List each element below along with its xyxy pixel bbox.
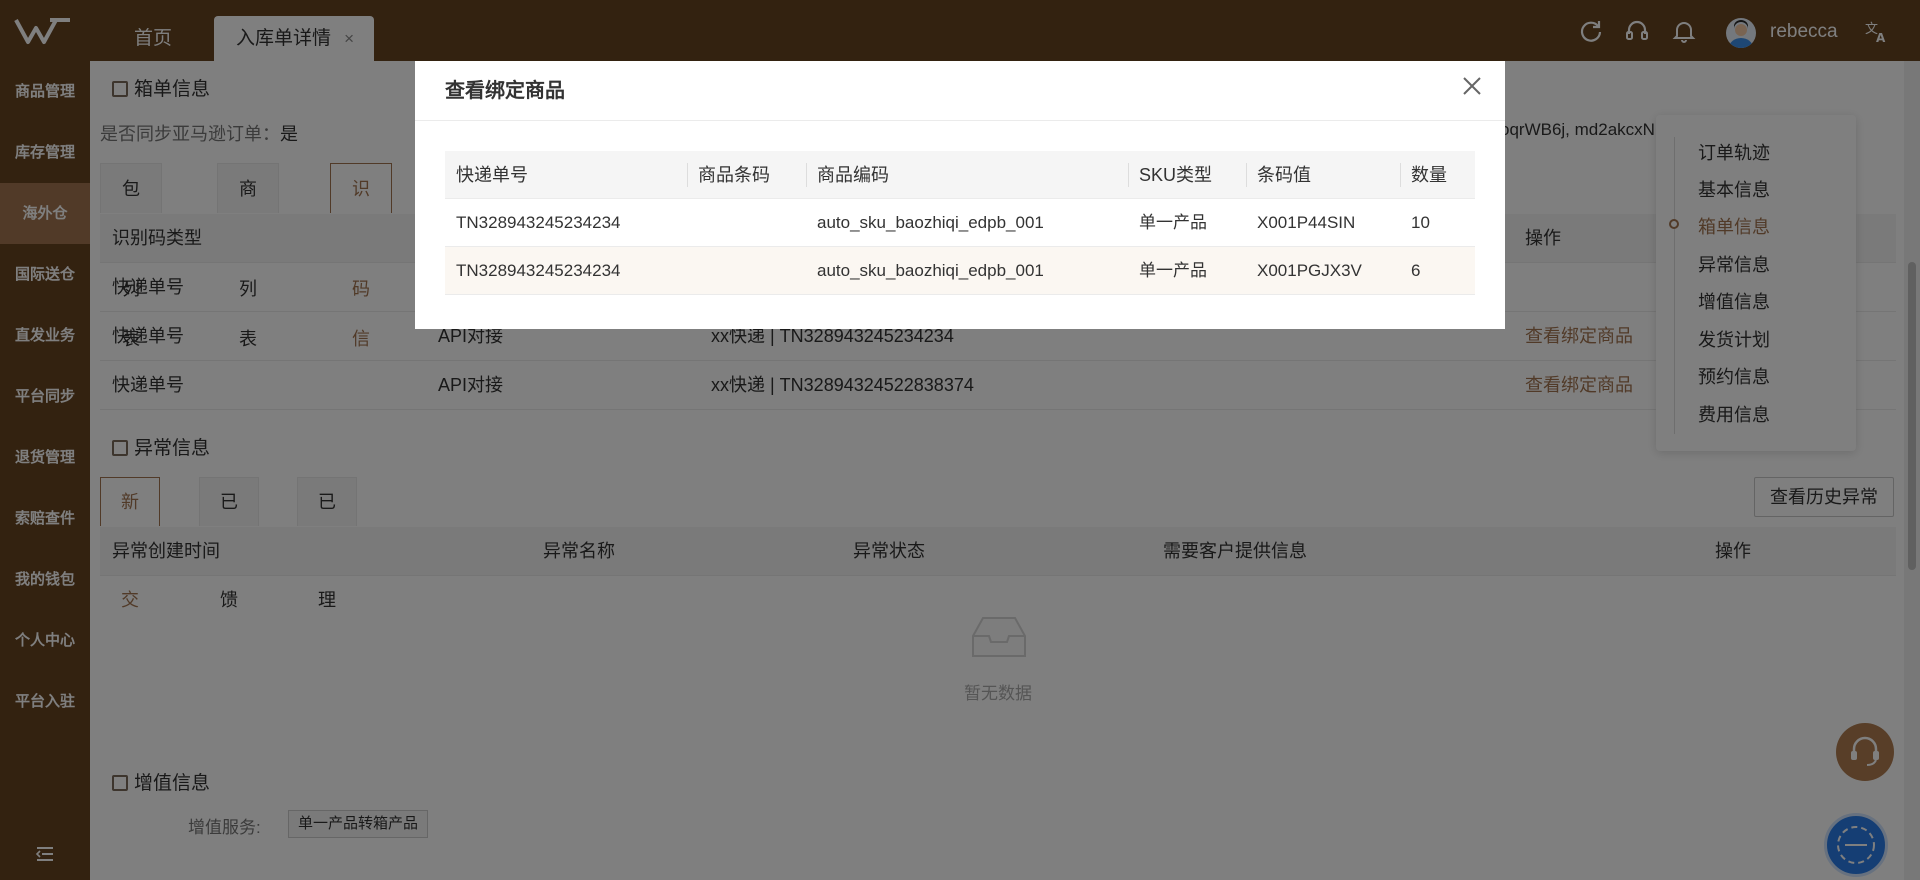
cell-product-code: auto_sku_baozhiqi_edpb_001: [817, 213, 1044, 232]
cell-sku-type: 单一产品: [1139, 261, 1207, 280]
col-quantity: 数量: [1411, 165, 1447, 185]
col-sku-type: SKU类型: [1139, 165, 1213, 185]
cell-quantity: 6: [1411, 261, 1421, 280]
cell-code-value: X001P44SIN: [1257, 213, 1356, 232]
cell-code-value: X001PGJX3V: [1257, 261, 1362, 280]
col-product-code: 商品编码: [817, 165, 889, 185]
cell-sku-type: 单一产品: [1139, 213, 1207, 232]
table-row: TN328943245234234 auto_sku_baozhiqi_edpb…: [445, 199, 1475, 247]
cell-product-code: auto_sku_baozhiqi_edpb_001: [817, 261, 1044, 280]
dialog-header: 查看绑定商品: [415, 61, 1505, 121]
cell-tracking-number: TN328943245234234: [456, 213, 621, 232]
bound-products-dialog: 查看绑定商品 快递单号 商品条码 商品编码 SKU类型 条码值 数量 TN328…: [415, 61, 1505, 329]
cell-quantity: 10: [1411, 213, 1430, 232]
cell-tracking-number: TN328943245234234: [456, 261, 621, 280]
table-row: TN328943245234234 auto_sku_baozhiqi_edpb…: [445, 247, 1475, 295]
table-header: 快递单号 商品条码 商品编码 SKU类型 条码值 数量: [445, 151, 1475, 199]
col-tracking-number: 快递单号: [456, 165, 528, 185]
close-icon[interactable]: [1461, 75, 1483, 97]
col-product-barcode: 商品条码: [698, 165, 770, 185]
col-code-value: 条码值: [1257, 165, 1311, 185]
dialog-title: 查看绑定商品: [445, 80, 565, 102]
